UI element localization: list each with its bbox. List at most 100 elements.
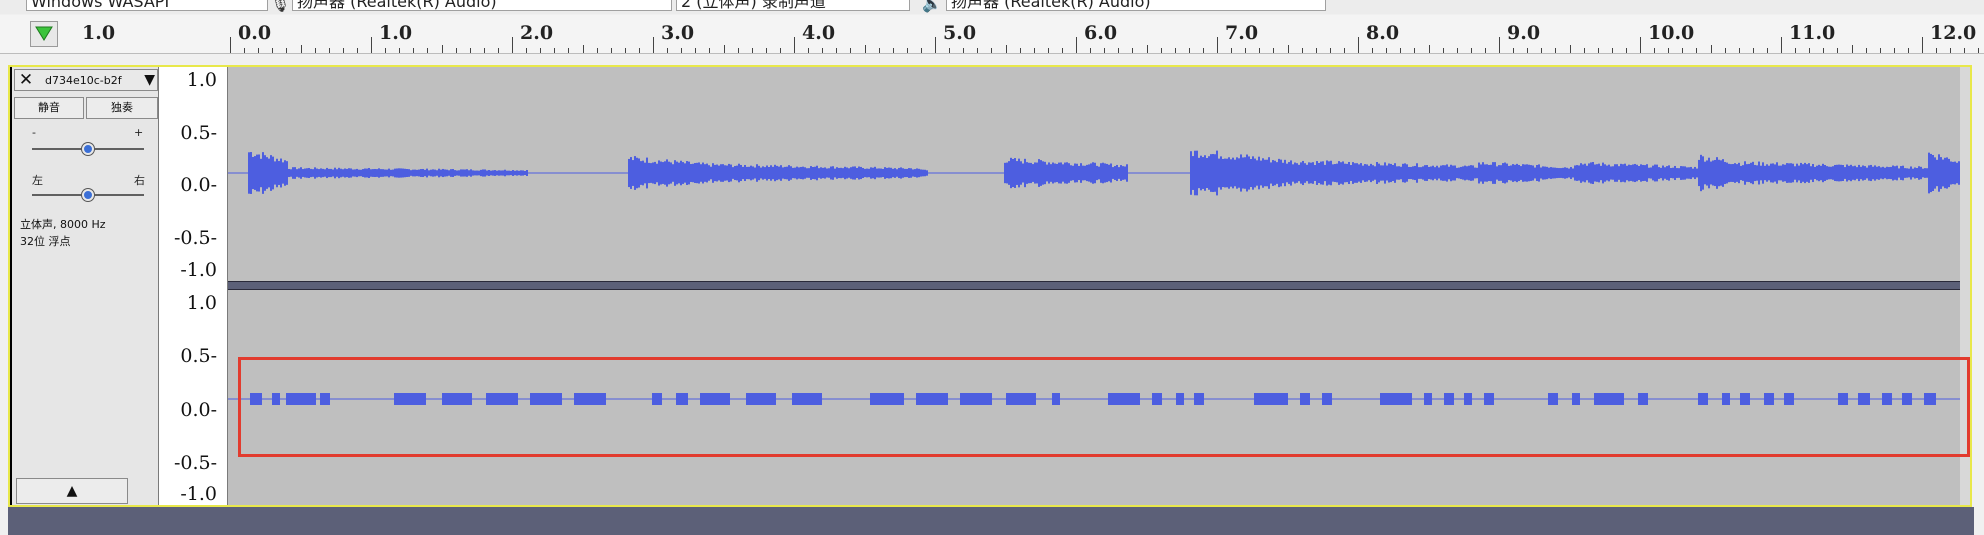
waveform-sample — [1430, 166, 1432, 180]
waveform-sample — [1910, 166, 1912, 180]
waveform-sample — [278, 161, 280, 185]
waveform-sample — [1806, 164, 1808, 182]
waveform-sample — [1492, 162, 1494, 184]
waveform-sample — [1312, 162, 1314, 184]
waveform-sample — [1036, 162, 1038, 184]
waveform-sample — [1048, 162, 1050, 184]
recording-channels-select[interactable]: 2 (立体声) 录制声道 — [676, 0, 910, 11]
pan-slider-knob[interactable] — [82, 189, 94, 201]
waveform-sample — [406, 168, 408, 178]
audio-host-select[interactable]: Windows WASAPI — [26, 0, 268, 11]
waveform-sample — [1508, 165, 1510, 181]
ruler-tick-mark — [808, 48, 810, 53]
ruler-tick-mark — [1160, 48, 1162, 53]
waveform-sample — [1388, 163, 1390, 183]
waveform-sample — [1928, 152, 1930, 194]
waveform-sample — [508, 170, 510, 176]
waveform-sample — [910, 168, 912, 178]
waveform-sample — [520, 170, 522, 176]
waveform-sample — [706, 163, 708, 183]
close-icon[interactable]: ✕ — [17, 71, 35, 89]
waveform-sample — [762, 166, 764, 180]
waveform-sample — [1914, 167, 1916, 179]
waveform-sample — [428, 170, 430, 176]
waveform-sample — [748, 166, 750, 180]
waveform-sample — [1812, 163, 1814, 183]
waveform-sample — [454, 170, 456, 176]
ruler-tick-label: 8.0 — [1366, 22, 1400, 44]
waveform-sample — [1742, 165, 1744, 181]
waveform-sample — [1348, 161, 1350, 185]
scale-upper-half: 0.5- — [180, 122, 217, 144]
ruler-tick-mark — [963, 48, 965, 53]
channel-separator[interactable] — [228, 281, 1960, 290]
waveform-sample — [1476, 167, 1478, 179]
waveform-sample — [1882, 166, 1884, 180]
waveform-sample — [1420, 167, 1422, 179]
waveform-sample — [272, 156, 274, 190]
waveform-sample — [764, 167, 766, 179]
scale-lower-top: 1.0 — [186, 292, 217, 314]
waveform-channel-left[interactable] — [228, 67, 1960, 281]
waveform-sample — [1276, 162, 1278, 184]
playback-device-select[interactable]: 扬声器 (Realtek(R) Audio) — [946, 0, 1326, 11]
waveform-sample — [360, 169, 362, 177]
ruler-tick-mark — [1442, 48, 1444, 53]
waveform-sample — [1334, 164, 1336, 182]
waveform-sample — [714, 164, 716, 182]
waveform-sample — [728, 163, 730, 183]
waveform-sample — [1846, 164, 1848, 182]
waveform-sample — [1824, 165, 1826, 181]
waveform-sample — [1898, 168, 1900, 178]
waveform-sample — [1282, 162, 1284, 184]
waveform-sample — [250, 152, 252, 194]
waveform-sample — [1554, 167, 1556, 179]
waveform-sample — [1726, 162, 1728, 184]
waveform-sample — [1838, 164, 1840, 182]
ruler-tick-mark — [1104, 48, 1106, 53]
waveform-sample — [772, 166, 774, 180]
collapse-up-icon[interactable]: ▲ — [16, 478, 128, 504]
vertical-scale[interactable]: 1.0 0.5- 0.0- -0.5- -1.0 1.0 0.5- 0.0- -… — [158, 67, 228, 505]
ruler-tick-mark — [709, 48, 711, 53]
waveform-sample — [1814, 166, 1816, 180]
play-marker-icon[interactable] — [30, 21, 58, 47]
ruler-tick-mark — [1865, 48, 1867, 53]
waveform-sample — [862, 168, 864, 178]
waveform-sample — [292, 167, 294, 179]
waveform-sample — [258, 154, 260, 192]
waveform-sample — [720, 164, 722, 182]
ruler-tick-mark — [1386, 48, 1388, 53]
waveform-sample — [330, 168, 332, 178]
waveform-sample — [1540, 167, 1542, 179]
waveform-sample — [828, 168, 830, 178]
timeline-ruler[interactable]: 1.0 0.0 1.0 2.0 3.0 4.0 5.0 6.0 7.0 8.0 9.0 10.0 11… — [0, 15, 1984, 54]
waveform-sample — [1472, 165, 1474, 181]
waveform-sample — [1848, 165, 1850, 181]
waveform-sample — [1828, 166, 1830, 180]
waveform-sample — [424, 169, 426, 177]
waveform-sample — [746, 166, 748, 180]
waveform-sample — [1956, 162, 1958, 184]
waveform-sample — [444, 169, 446, 177]
waveform-sample — [892, 168, 894, 178]
waveform-sample — [1522, 164, 1524, 182]
waveform-sample — [708, 165, 710, 181]
track-name-label[interactable]: d734e10c-b2f — [45, 74, 122, 87]
ruler-tick-mark — [794, 37, 795, 53]
solo-button[interactable]: 独奏 — [86, 97, 158, 119]
waveform-sample — [868, 168, 870, 178]
waveform-sample — [322, 168, 324, 178]
track-header[interactable]: ✕ d734e10c-b2f ▼ — [14, 69, 158, 91]
empty-track-area[interactable] — [8, 507, 1974, 535]
mute-button[interactable]: 静音 — [14, 97, 84, 119]
gain-slider-knob[interactable] — [82, 143, 94, 155]
waveform-sample — [1692, 168, 1694, 178]
waveform-sample — [1094, 162, 1096, 184]
waveform-sample — [1512, 164, 1514, 182]
recording-device-select[interactable]: 扬声器 (Realtek(R) Audio) — [292, 0, 672, 11]
waveform-sample — [1826, 166, 1828, 180]
waveform-sample — [1494, 162, 1496, 184]
chevron-down-icon[interactable]: ▼ — [144, 73, 155, 87]
waveform-sample — [1338, 161, 1340, 185]
